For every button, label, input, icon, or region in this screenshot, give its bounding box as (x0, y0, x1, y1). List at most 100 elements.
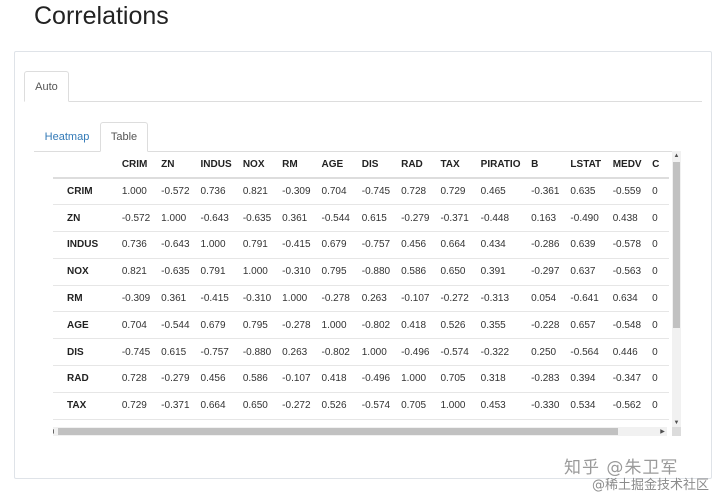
vertical-scrollbar[interactable]: ▲ ▼ (672, 151, 681, 427)
column-header: ZN (155, 151, 195, 179)
table-cell: -0.559 (606, 177, 647, 205)
table-cell: -0.880 (355, 257, 396, 286)
table-cell: -0.496 (395, 338, 435, 366)
table-cell: 0.318 (474, 365, 526, 393)
table-cell: -0.544 (315, 204, 356, 232)
table-cell: 0.821 (236, 177, 277, 205)
table-cell: -0.322 (355, 418, 396, 427)
table-cell: -0.635 (155, 257, 195, 286)
table-cell: 0.615 (155, 338, 195, 366)
vertical-scroll-thumb[interactable] (673, 162, 680, 328)
header-corner (53, 151, 116, 179)
table-cell: 0.526 (434, 311, 475, 339)
row-header: RAD (53, 365, 116, 393)
table-cell: -0.643 (155, 231, 195, 259)
table-cell: 0.054 (525, 284, 565, 312)
table-cell: 0.446 (606, 338, 647, 366)
row-header: AGE (53, 311, 116, 339)
table-cell: -0.490 (564, 204, 607, 232)
table-cell: -0.572 (155, 177, 195, 205)
table-cell: -0.548 (606, 311, 647, 339)
table-cell: -0.802 (355, 311, 396, 339)
table-row: CRIM 1.000 -0.572 0.736 0.821 -0.309 0.704 -0.7… (53, 177, 669, 205)
table-row: NOX 0.821 -0.635 0.791 1.000 -0.310 0.795 -0.88… (53, 257, 669, 286)
table-cell: 0.361 (155, 284, 195, 312)
table-cell: -0.286 (525, 231, 565, 259)
table-row: RAD 0.728 -0.279 0.456 0.586 -0.107 0.418 -0.49… (53, 365, 669, 393)
row-header: ZN (53, 204, 116, 232)
table-cell: 0 (646, 365, 669, 393)
table-cell: 0.705 (434, 365, 475, 393)
horizontal-scrollbar[interactable]: ◀ ▶ (53, 427, 667, 436)
table-cell: 0.791 (194, 257, 237, 286)
table-cell: -0.757 (355, 231, 396, 259)
row-header: RM (53, 284, 116, 312)
column-header: MEDV (606, 151, 647, 179)
table-cell: 0.650 (434, 257, 475, 286)
table-viewport: CRIM ZN INDUS NOX RM AGE DIS RAD TAX PIR… (53, 151, 669, 427)
column-header: AGE (315, 151, 356, 179)
arrow-down-icon[interactable]: ▼ (672, 418, 681, 427)
arrow-up-icon[interactable]: ▲ (672, 151, 681, 160)
table-cell: -0.313 (276, 418, 316, 427)
tab-heatmap[interactable]: Heatmap (38, 123, 96, 151)
table-cell: 1.000 (236, 257, 277, 286)
table-cell: -0.310 (276, 257, 316, 286)
table-cell: 0.704 (315, 177, 356, 205)
table-cell: -0.880 (236, 338, 277, 366)
horizontal-scroll-thumb[interactable] (58, 428, 618, 435)
table-cell: 0.418 (315, 365, 356, 393)
column-header: PIRATIO (474, 151, 526, 179)
table-cell: 0.704 (115, 311, 156, 339)
table-cell: 0.467 (564, 418, 607, 427)
table-cell: -0.496 (355, 365, 396, 393)
row-header: NOX (53, 257, 116, 286)
table-cell: 0.394 (564, 365, 607, 393)
table-cell: -0.279 (395, 204, 435, 232)
table-cell: -0.330 (525, 391, 565, 420)
table-cell: -0.544 (155, 311, 195, 339)
table-cell: 0.586 (395, 257, 435, 286)
column-header: CRIM (115, 151, 156, 179)
table-cell: 0.263 (276, 338, 316, 366)
table-cell: -0.641 (564, 284, 607, 312)
table-cell: 1.000 (474, 418, 526, 427)
table-cell: -0.757 (194, 338, 237, 366)
table-cell: -0.228 (525, 311, 565, 339)
watermark-sub: @稀土掘金技术社区 (592, 478, 710, 493)
table-row: RM -0.309 0.361 -0.415 -0.310 1.000 -0.278 0.26… (53, 284, 669, 312)
table-cell: 1.000 (434, 391, 475, 420)
table-cell: 0.635 (564, 177, 607, 205)
table-cell: 0.163 (525, 204, 565, 232)
table-cell: -0.107 (276, 365, 316, 393)
table-cell: 0.657 (564, 311, 607, 339)
table-cell: 0.650 (236, 391, 277, 420)
table-cell: 1.000 (315, 311, 356, 339)
arrow-left-icon[interactable]: ◀ (53, 427, 56, 436)
column-header: INDUS (194, 151, 237, 179)
column-header: C (646, 151, 669, 179)
table-cell: -0.635 (236, 204, 277, 232)
column-header: LSTAT (564, 151, 607, 179)
table-cell: -0.643 (194, 204, 237, 232)
tab-auto[interactable]: Auto (24, 71, 69, 102)
table-cell: 0 (646, 231, 669, 259)
table-row: INDUS 0.736 -0.643 1.000 0.791 -0.415 0.679 -0.… (53, 231, 669, 259)
table-cell: 0.639 (564, 231, 607, 259)
table-cell: 0.729 (434, 177, 475, 205)
table-cell: -0.564 (564, 338, 607, 366)
table-cell: -0.574 (355, 391, 396, 420)
table-cell: -0.448 (474, 204, 526, 232)
table-header-row: CRIM ZN INDUS NOX RM AGE DIS RAD TAX PIR… (53, 151, 669, 179)
column-header: RAD (395, 151, 435, 179)
table-cell: 0.637 (564, 257, 607, 286)
table-cell: -0.272 (276, 391, 316, 420)
table-cell: 0.795 (236, 311, 277, 339)
table-cell: -0.278 (315, 284, 356, 312)
table-cell: 0.456 (395, 231, 435, 259)
arrow-right-icon[interactable]: ▶ (658, 427, 667, 436)
tab-table[interactable]: Table (100, 122, 148, 152)
table-cell: 0.736 (115, 231, 156, 259)
table-cell: 0.664 (194, 391, 237, 420)
table-row: ZN -0.572 1.000 -0.643 -0.635 0.361 -0.544 0.61… (53, 204, 669, 232)
